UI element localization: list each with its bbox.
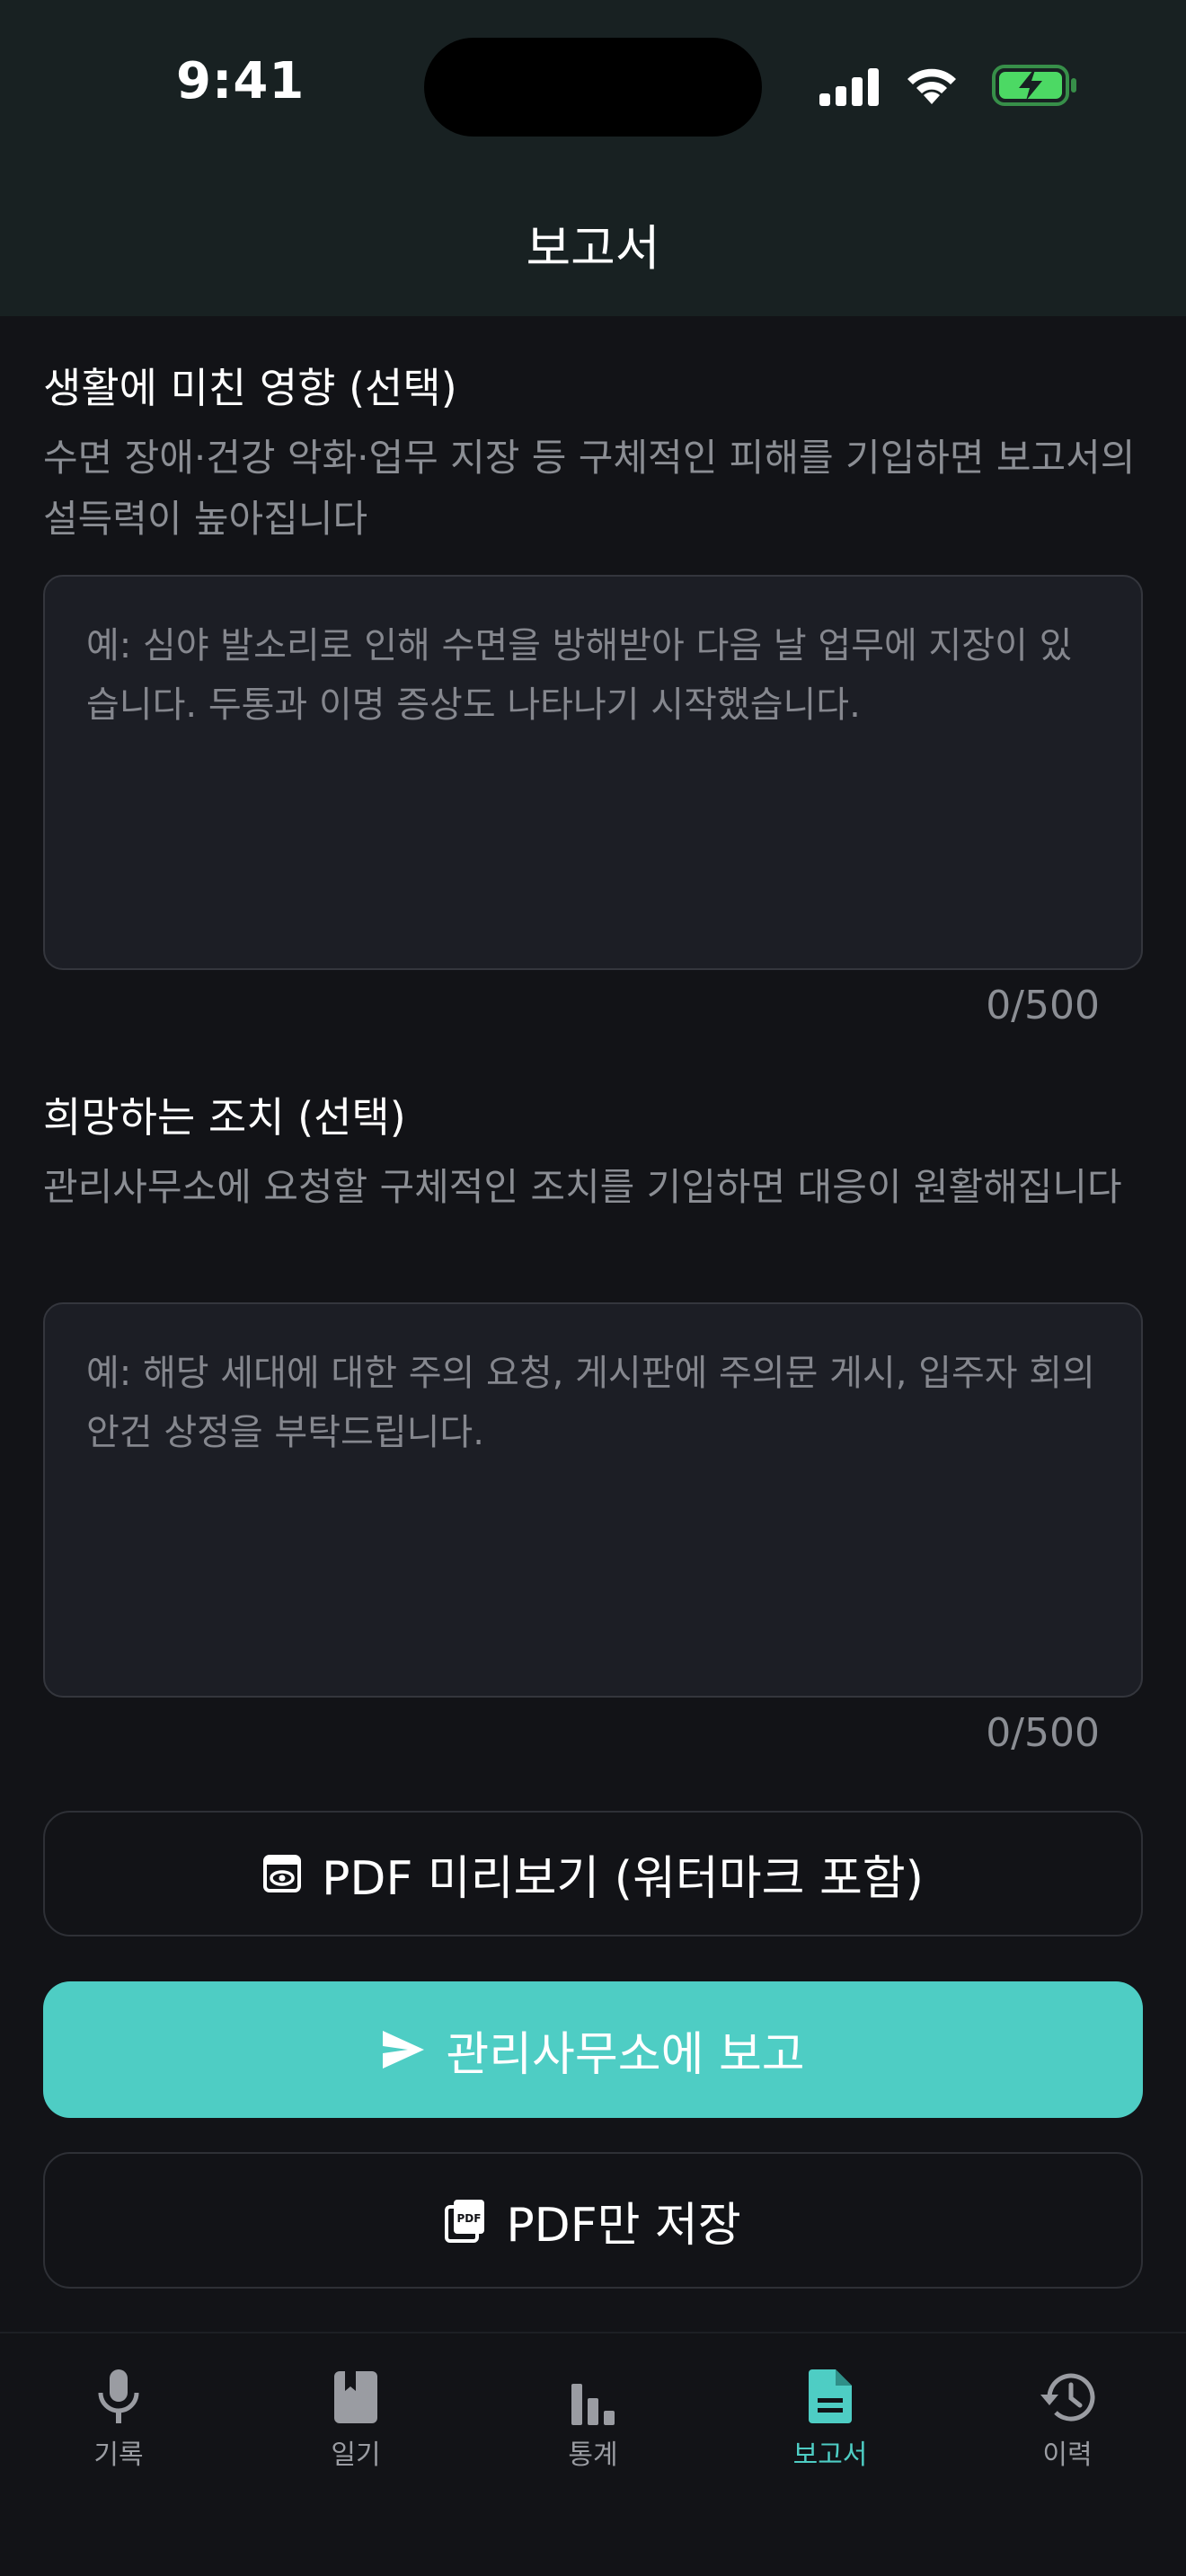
history-icon bbox=[1039, 2360, 1096, 2425]
svg-text:PDF: PDF bbox=[457, 2212, 482, 2225]
tab-history[interactable]: 이력 bbox=[949, 2360, 1186, 2495]
battery-charging-icon bbox=[992, 65, 1076, 106]
cellular-signal-icon bbox=[819, 68, 879, 106]
bookmark-book-icon bbox=[332, 2360, 379, 2425]
page-title: 보고서 bbox=[526, 220, 660, 277]
tab-stats-label: 통계 bbox=[568, 2439, 618, 2471]
tab-diary[interactable]: 일기 bbox=[237, 2360, 474, 2495]
tab-record-label: 기록 bbox=[93, 2439, 144, 2471]
save-pdf-only-label: PDF만 저장 bbox=[506, 2198, 741, 2253]
impact-section-description: 수면 장애·건강 악화·업무 지장 등 구체적인 피해를 기입하면 보고서의 설… bbox=[43, 436, 1136, 541]
preview-eye-icon bbox=[262, 1854, 302, 1893]
tab-diary-label: 일기 bbox=[331, 2439, 381, 2471]
wifi-icon bbox=[907, 68, 956, 104]
tab-report-label: 보고서 bbox=[792, 2439, 868, 2471]
send-icon bbox=[381, 2029, 426, 2070]
request-character-counter: 0/500 bbox=[986, 1710, 1100, 1756]
tab-history-label: 이력 bbox=[1042, 2439, 1093, 2471]
bottom-tab-bar: 기록 일기 통계 보고서 이력 bbox=[0, 2332, 1186, 2576]
status-time: 9:41 bbox=[176, 52, 305, 110]
bar-chart-icon bbox=[568, 2360, 618, 2425]
report-screen: 9:41 보고서 생활에 미친 영향 (선택) 수면 장애·건강 악화·업무 지… bbox=[0, 0, 1186, 2576]
tab-record[interactable]: 기록 bbox=[0, 2360, 237, 2495]
report-to-office-label: 관리사무소에 보고 bbox=[446, 2027, 805, 2082]
impact-section-title: 생활에 미친 영향 (선택) bbox=[43, 364, 457, 412]
top-bar: 9:41 보고서 bbox=[0, 0, 1186, 316]
tab-report[interactable]: 보고서 bbox=[712, 2360, 949, 2495]
request-section-description: 관리사무소에 요청할 구체적인 조치를 기입하면 대응이 원활해집니다 bbox=[43, 1165, 1122, 1209]
impact-character-counter: 0/500 bbox=[986, 983, 1100, 1028]
report-to-office-button[interactable]: 관리사무소에 보고 bbox=[43, 1981, 1143, 2118]
save-pdf-only-button[interactable]: PDF PDF만 저장 bbox=[43, 2152, 1143, 2289]
impact-text-field[interactable] bbox=[43, 575, 1143, 970]
document-icon bbox=[807, 2360, 854, 2425]
tab-stats[interactable]: 통계 bbox=[474, 2360, 712, 2495]
pdf-preview-button[interactable]: PDF 미리보기 (워터마크 포함) bbox=[43, 1811, 1143, 1936]
pdf-file-icon: PDF bbox=[445, 2198, 486, 2243]
mic-icon bbox=[95, 2360, 142, 2425]
dynamic-island bbox=[424, 38, 762, 137]
request-section-title: 희망하는 조치 (선택) bbox=[43, 1093, 406, 1142]
pdf-preview-label: PDF 미리보기 (워터마크 포함) bbox=[322, 1851, 924, 1906]
request-text-field[interactable] bbox=[43, 1302, 1143, 1698]
